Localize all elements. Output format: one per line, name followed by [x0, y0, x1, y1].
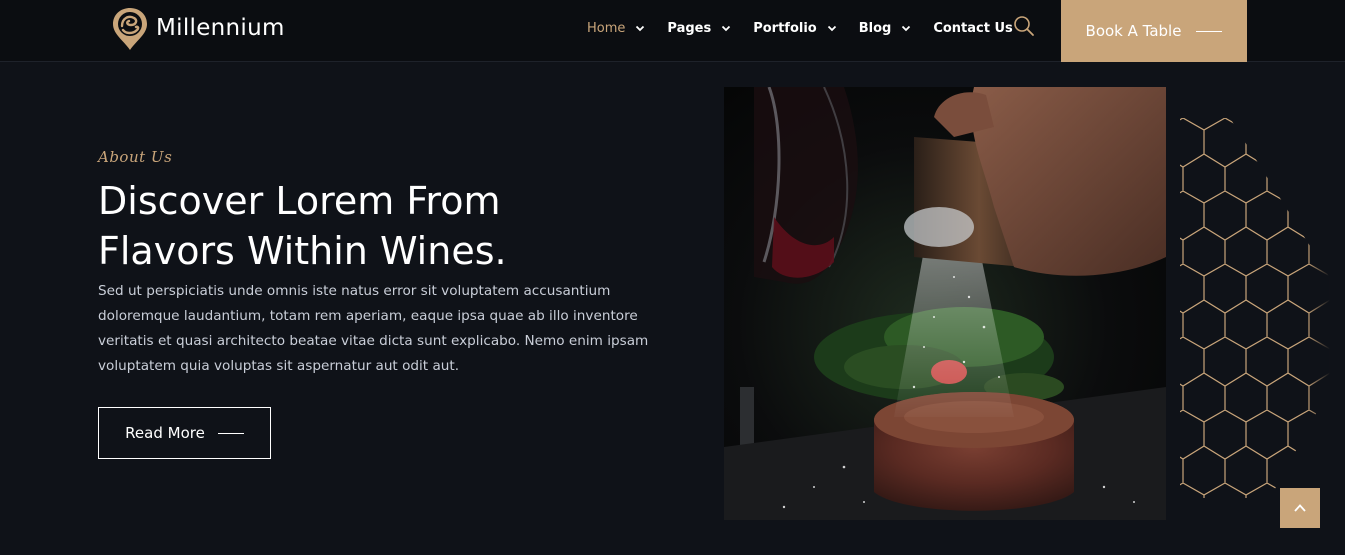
book-a-table-label: Book A Table: [1085, 22, 1182, 40]
search-icon[interactable]: [1013, 15, 1035, 37]
nav-item-label: Pages: [667, 20, 712, 36]
logo-text: Millennium: [156, 15, 285, 41]
read-more-button[interactable]: Read More: [98, 407, 271, 459]
nav-item-label: Contact Us: [933, 20, 1013, 36]
chevron-down-icon: [902, 25, 911, 32]
section-paragraph: Sed ut perspiciatis unde omnis iste natu…: [98, 283, 649, 374]
main-nav: Home Pages Portfolio Blog Contact Us: [587, 0, 1039, 56]
book-a-table-button[interactable]: Book A Table: [1061, 0, 1247, 62]
heading-line: Flavors Within Wines.: [98, 229, 507, 273]
chevron-up-icon: [1294, 504, 1306, 512]
arrow-line-icon: [1196, 30, 1223, 32]
chevron-down-icon: [827, 25, 836, 32]
nav-item-blog[interactable]: Blog: [859, 0, 912, 56]
nav-item-label: Blog: [858, 20, 892, 36]
nav-item-portfolio[interactable]: Portfolio: [753, 0, 837, 56]
chevron-down-icon: [722, 25, 731, 32]
section-heading: Discover Lorem From Flavors Within Wines…: [98, 176, 658, 276]
read-more-label: Read More: [125, 424, 205, 442]
nav-item-pages[interactable]: Pages: [667, 0, 731, 56]
heading-line: Discover Lorem From: [98, 179, 501, 223]
section-eyebrow: About Us: [98, 148, 173, 166]
nav-item-label: Portfolio: [753, 20, 817, 36]
logo-icon: [113, 8, 147, 50]
arrow-line-icon: [217, 432, 244, 434]
logo[interactable]: Millennium: [111, 6, 285, 52]
site-header: Millennium Home Pages Portfolio Blog Con…: [0, 0, 1345, 62]
nav-item-home[interactable]: Home: [587, 0, 645, 56]
chevron-down-icon: [636, 25, 645, 32]
nav-item-label: Home: [587, 20, 626, 36]
steak-photo: [724, 87, 1166, 520]
scroll-to-top-button[interactable]: [1280, 488, 1320, 528]
nav-item-contact-us[interactable]: Contact Us: [933, 0, 1012, 56]
